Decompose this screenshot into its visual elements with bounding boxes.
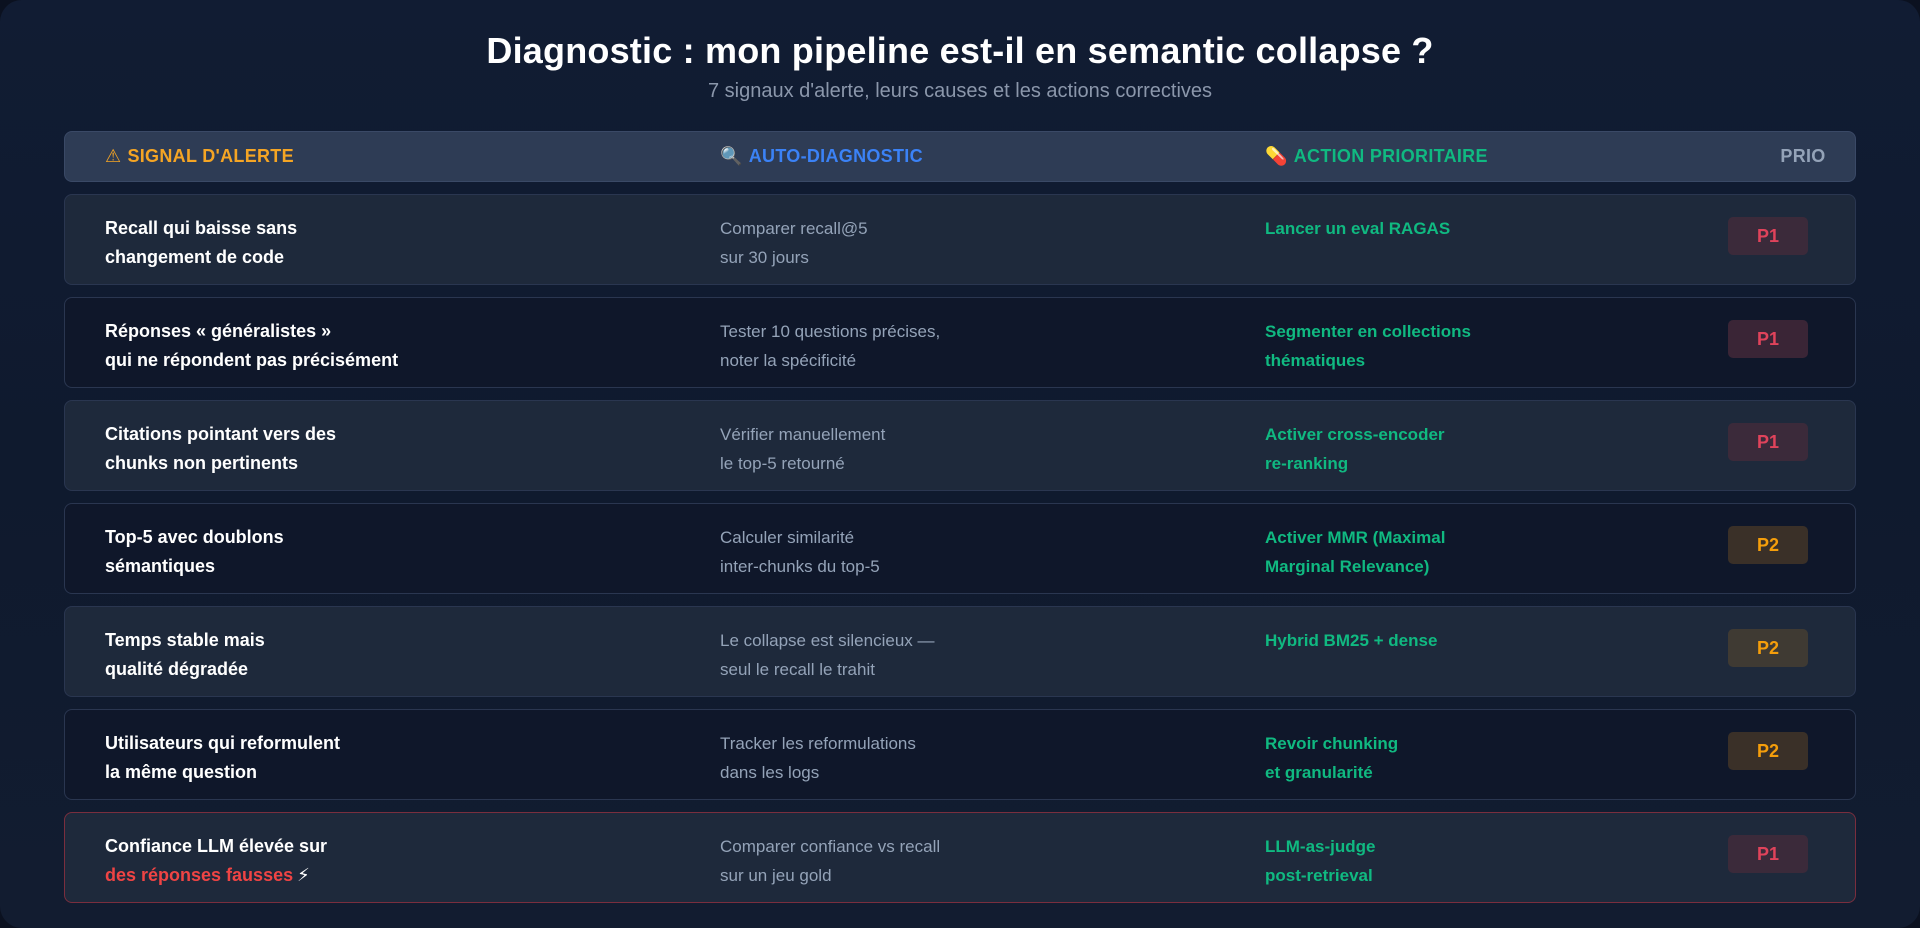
diagnostic-cell: Le collapse est silencieux — seul le rec… [720,626,935,684]
signal-cell: Temps stable mais qualité dégradée [105,626,265,684]
diagnostic-line: dans les logs [720,763,820,782]
signal-line-danger: des réponses fausses ⚡ [105,861,327,890]
priority-badge: P2 [1728,526,1808,564]
lightning-icon: ⚡ [297,865,310,885]
signal-cell: Confiance LLM élevée sur des réponses fa… [105,832,327,890]
action-line: thématiques [1265,351,1366,370]
action-line: Activer MMR (Maximal [1265,528,1446,547]
action-line: Activer cross-encoder [1265,425,1445,444]
header-action: 💊 ACTION PRIORITAIRE [1265,132,1488,181]
diagnostic-line: inter-chunks du top-5 [720,557,880,576]
page-subtitle: 7 signaux d'alerte, leurs causes et les … [707,80,1213,102]
diagnostic-cell: Comparer recall@5 sur 30 jours [720,214,868,272]
danger-text: des réponses fausses [105,865,294,885]
diagnostic-line: Tracker les reformulations [720,734,916,753]
diagnostic-line: sur 30 jours [720,248,809,267]
action-line: Lancer un eval RAGAS [1265,219,1451,238]
header-diagnostic-label: AUTO-DIAGNOSTIC [748,146,923,166]
diagnostic-line: Le collapse est silencieux — [720,631,935,650]
diagnostic-line: Tester 10 questions précises, [720,322,941,341]
signal-cell: Recall qui baisse sans changement de cod… [105,214,297,272]
priority-badge: P1 [1728,320,1808,358]
table-row: Citations pointant vers des chunks non p… [64,400,1856,491]
diagnostic-line: Comparer recall@5 [720,219,868,238]
action-cell: LLM-as-judge post-retrieval [1265,832,1376,890]
signal-line: Réponses « généralistes » [105,321,332,341]
page-title: Diagnostic : mon pipeline est-il en sema… [486,30,1434,71]
signal-line: la même question [105,762,258,782]
signal-cell: Utilisateurs qui reformulent la même que… [105,729,340,787]
signal-line: Citations pointant vers des [105,424,337,444]
table-row: Utilisateurs qui reformulent la même que… [64,709,1856,800]
table-row: Recall qui baisse sans changement de cod… [64,194,1856,285]
action-line: re-ranking [1265,454,1349,473]
action-line: et granularité [1265,763,1373,782]
diagnostic-panel: Diagnostic : mon pipeline est-il en sema… [0,0,1920,928]
priority-badge: P1 [1728,423,1808,461]
diagnostic-line: noter la spécificité [720,351,857,370]
priority-badge: P2 [1728,732,1808,770]
header-priority: PRIO [1780,146,1826,166]
action-line: Hybrid BM25 + dense [1265,631,1438,650]
diagnostic-cell: Vérifier manuellement le top-5 retourné [720,420,885,478]
header-signal: ⚠ SIGNAL D'ALERTE [105,132,294,181]
signal-cell: Réponses « généralistes » qui ne réponde… [105,317,398,375]
action-cell: Hybrid BM25 + dense [1265,626,1437,655]
magnifier-icon: 🔍 [720,146,743,166]
signal-line: Utilisateurs qui reformulent [105,733,341,753]
priority-badge: P1 [1728,217,1808,255]
signal-line: qui ne répondent pas précisément [105,350,399,370]
action-cell: Lancer un eval RAGAS [1265,214,1450,243]
diagnostic-cell: Comparer confiance vs recall sur un jeu … [720,832,940,890]
action-cell: Activer cross-encoder re-ranking [1265,420,1445,478]
diagnostic-line: Calculer similarité [720,528,855,547]
priority-badge: P1 [1728,835,1808,873]
diagnostic-cell: Tester 10 questions précises, noter la s… [720,317,940,375]
action-line: Revoir chunking [1265,734,1399,753]
diagnostic-table: ⚠ SIGNAL D'ALERTE 🔍 AUTO-DIAGNOSTIC 💊 ACTIO… [64,131,1856,903]
signal-line: Recall qui baisse sans [105,218,298,238]
diagnostic-line: sur un jeu gold [720,866,832,885]
signal-line: qualité dégradée [105,659,249,679]
diagnostic-line: seul le recall le trahit [720,660,875,679]
action-line: post-retrieval [1265,866,1373,885]
signal-line: Temps stable mais [105,630,265,650]
diagnostic-cell: Calculer similarité inter-chunks du top-… [720,523,880,581]
signal-line: changement de code [105,247,285,267]
action-cell: Revoir chunking et granularité [1265,729,1398,787]
table-row: Top-5 avec doublons sémantiques Calculer… [64,503,1856,594]
signal-line: Top-5 avec doublons [105,527,284,547]
diagnostic-line: Comparer confiance vs recall [720,837,941,856]
action-line: Marginal Relevance) [1265,557,1430,576]
header-action-label: ACTION PRIORITAIRE [1293,146,1488,166]
signal-cell: Citations pointant vers des chunks non p… [105,420,336,478]
table-header: ⚠ SIGNAL D'ALERTE 🔍 AUTO-DIAGNOSTIC 💊 ACTIO… [64,131,1856,182]
header-diagnostic: 🔍 AUTO-DIAGNOSTIC [720,132,923,181]
action-cell: Segmenter en collections thématiques [1265,317,1471,375]
table-row: Réponses « généralistes » qui ne réponde… [64,297,1856,388]
diagnostic-line: le top-5 retourné [720,454,845,473]
signal-line: Confiance LLM élevée sur [105,836,328,856]
action-line: Segmenter en collections [1265,322,1471,341]
action-cell: Activer MMR (Maximal Marginal Relevance) [1265,523,1445,581]
diagnostic-cell: Tracker les reformulations dans les logs [720,729,916,787]
table-row-critical: Confiance LLM élevée sur des réponses fa… [64,812,1856,903]
diagnostic-line: Vérifier manuellement [720,425,886,444]
warning-icon: ⚠ [105,146,122,166]
pill-icon: 💊 [1265,146,1288,166]
table-row: Temps stable mais qualité dégradée Le co… [64,606,1856,697]
signal-cell: Top-5 avec doublons sémantiques [105,523,284,581]
priority-badge: P2 [1728,629,1808,667]
header-signal-label: SIGNAL D'ALERTE [127,146,294,166]
signal-line: sémantiques [105,556,216,576]
action-line: LLM-as-judge [1265,837,1376,856]
signal-line: chunks non pertinents [105,453,299,473]
